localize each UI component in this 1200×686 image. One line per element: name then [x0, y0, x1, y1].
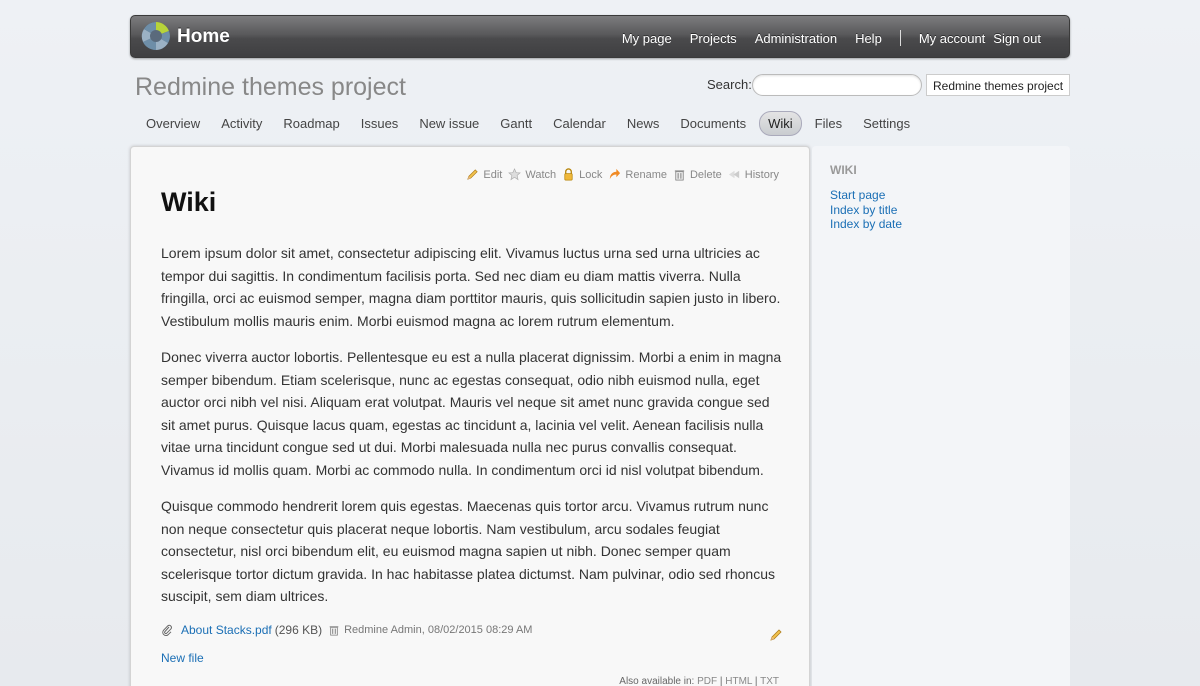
sidebar: WIKI Start page Index by title Index by … [812, 146, 1070, 686]
pencil-icon[interactable] [769, 628, 783, 642]
lock-action[interactable]: Lock [562, 168, 602, 181]
main-menu-tabs: Overview Activity Roadmap Issues New iss… [138, 111, 923, 136]
tab-gantt[interactable]: Gantt [492, 111, 540, 136]
sidebar-links: Start page Index by title Index by date [830, 188, 902, 232]
sidebar-link-start-page[interactable]: Start page [830, 188, 902, 203]
attachment-author-date: Redmine Admin, 08/02/2015 08:29 AM [344, 624, 533, 636]
wiki-body: Lorem ipsum dolor sit amet, consectetur … [161, 242, 783, 622]
watch-action[interactable]: Watch [508, 168, 556, 181]
tab-roadmap[interactable]: Roadmap [275, 111, 347, 136]
star-icon [508, 168, 522, 181]
nav-administration[interactable]: Administration [755, 31, 837, 46]
wiki-page-title: Wiki [161, 187, 217, 217]
wiki-paragraph: Lorem ipsum dolor sit amet, consectetur … [161, 245, 781, 329]
tab-news[interactable]: News [619, 111, 668, 136]
top-nav: My page Projects Administration Help My … [604, 30, 1041, 46]
tab-activity[interactable]: Activity [213, 111, 270, 136]
wiki-paragraph: Donec viverra auctor lobortis. Pellentes… [161, 349, 782, 478]
content-panel: Edit Watch Lock Rename Delete History Wi… [130, 146, 810, 686]
tab-overview[interactable]: Overview [138, 111, 208, 136]
wiki-actions: Edit Watch Lock Rename Delete History [460, 168, 779, 181]
sidebar-heading: WIKI [830, 163, 857, 177]
trash-icon [674, 170, 685, 181]
attachment-link[interactable]: About Stacks.pdf [181, 623, 272, 637]
wiki-paragraph: Quisque commodo hendrerit lorem quis ege… [161, 498, 775, 604]
lock-icon [564, 168, 573, 181]
tab-files[interactable]: Files [807, 111, 850, 136]
nav-help[interactable]: Help [855, 31, 882, 46]
history-action[interactable]: History [728, 168, 779, 181]
delete-action[interactable]: Delete [673, 168, 722, 181]
sidebar-link-index-by-title[interactable]: Index by title [830, 203, 902, 218]
export-html-link[interactable]: HTML [725, 676, 752, 686]
export-pdf-link[interactable]: PDF [697, 676, 717, 686]
rename-arrow-icon [610, 168, 621, 180]
attachment-size: (296 KB) [274, 623, 323, 637]
search-input[interactable] [752, 74, 922, 96]
rename-action[interactable]: Rename [608, 168, 667, 181]
history-icon [728, 170, 739, 179]
nav-projects[interactable]: Projects [690, 31, 737, 46]
paperclip-icon [162, 624, 172, 636]
trash-icon[interactable] [328, 624, 340, 636]
sidebar-link-index-by-date[interactable]: Index by date [830, 217, 902, 232]
edit-action[interactable]: Edit [466, 168, 502, 181]
attachment-row: About Stacks.pdf (296 KB) Redmine Admin,… [161, 623, 783, 641]
search-label: Search: [707, 77, 752, 92]
also-available: Also available in: PDF | HTML | TXT [619, 676, 779, 686]
tab-documents[interactable]: Documents [672, 111, 754, 136]
project-jump-select[interactable]: Redmine themes project [926, 74, 1070, 96]
nav-divider [899, 30, 901, 46]
nav-my-account[interactable]: My account [919, 31, 985, 46]
top-menu-bar: Home My page Projects Administration Hel… [130, 15, 1070, 58]
nav-my-page[interactable]: My page [622, 31, 672, 46]
home-link[interactable]: Home [177, 26, 230, 48]
project-title: Redmine themes project [135, 73, 406, 101]
tab-calendar[interactable]: Calendar [545, 111, 614, 136]
tab-new-issue[interactable]: New issue [411, 111, 487, 136]
nav-sign-out[interactable]: Sign out [993, 31, 1041, 46]
tab-settings[interactable]: Settings [855, 111, 918, 136]
export-txt-link[interactable]: TXT [760, 676, 779, 686]
pencil-icon [467, 169, 479, 180]
new-file-link[interactable]: New file [161, 651, 204, 665]
tab-issues[interactable]: Issues [353, 111, 407, 136]
tab-wiki[interactable]: Wiki [759, 111, 802, 136]
redmine-logo-icon [141, 22, 170, 51]
